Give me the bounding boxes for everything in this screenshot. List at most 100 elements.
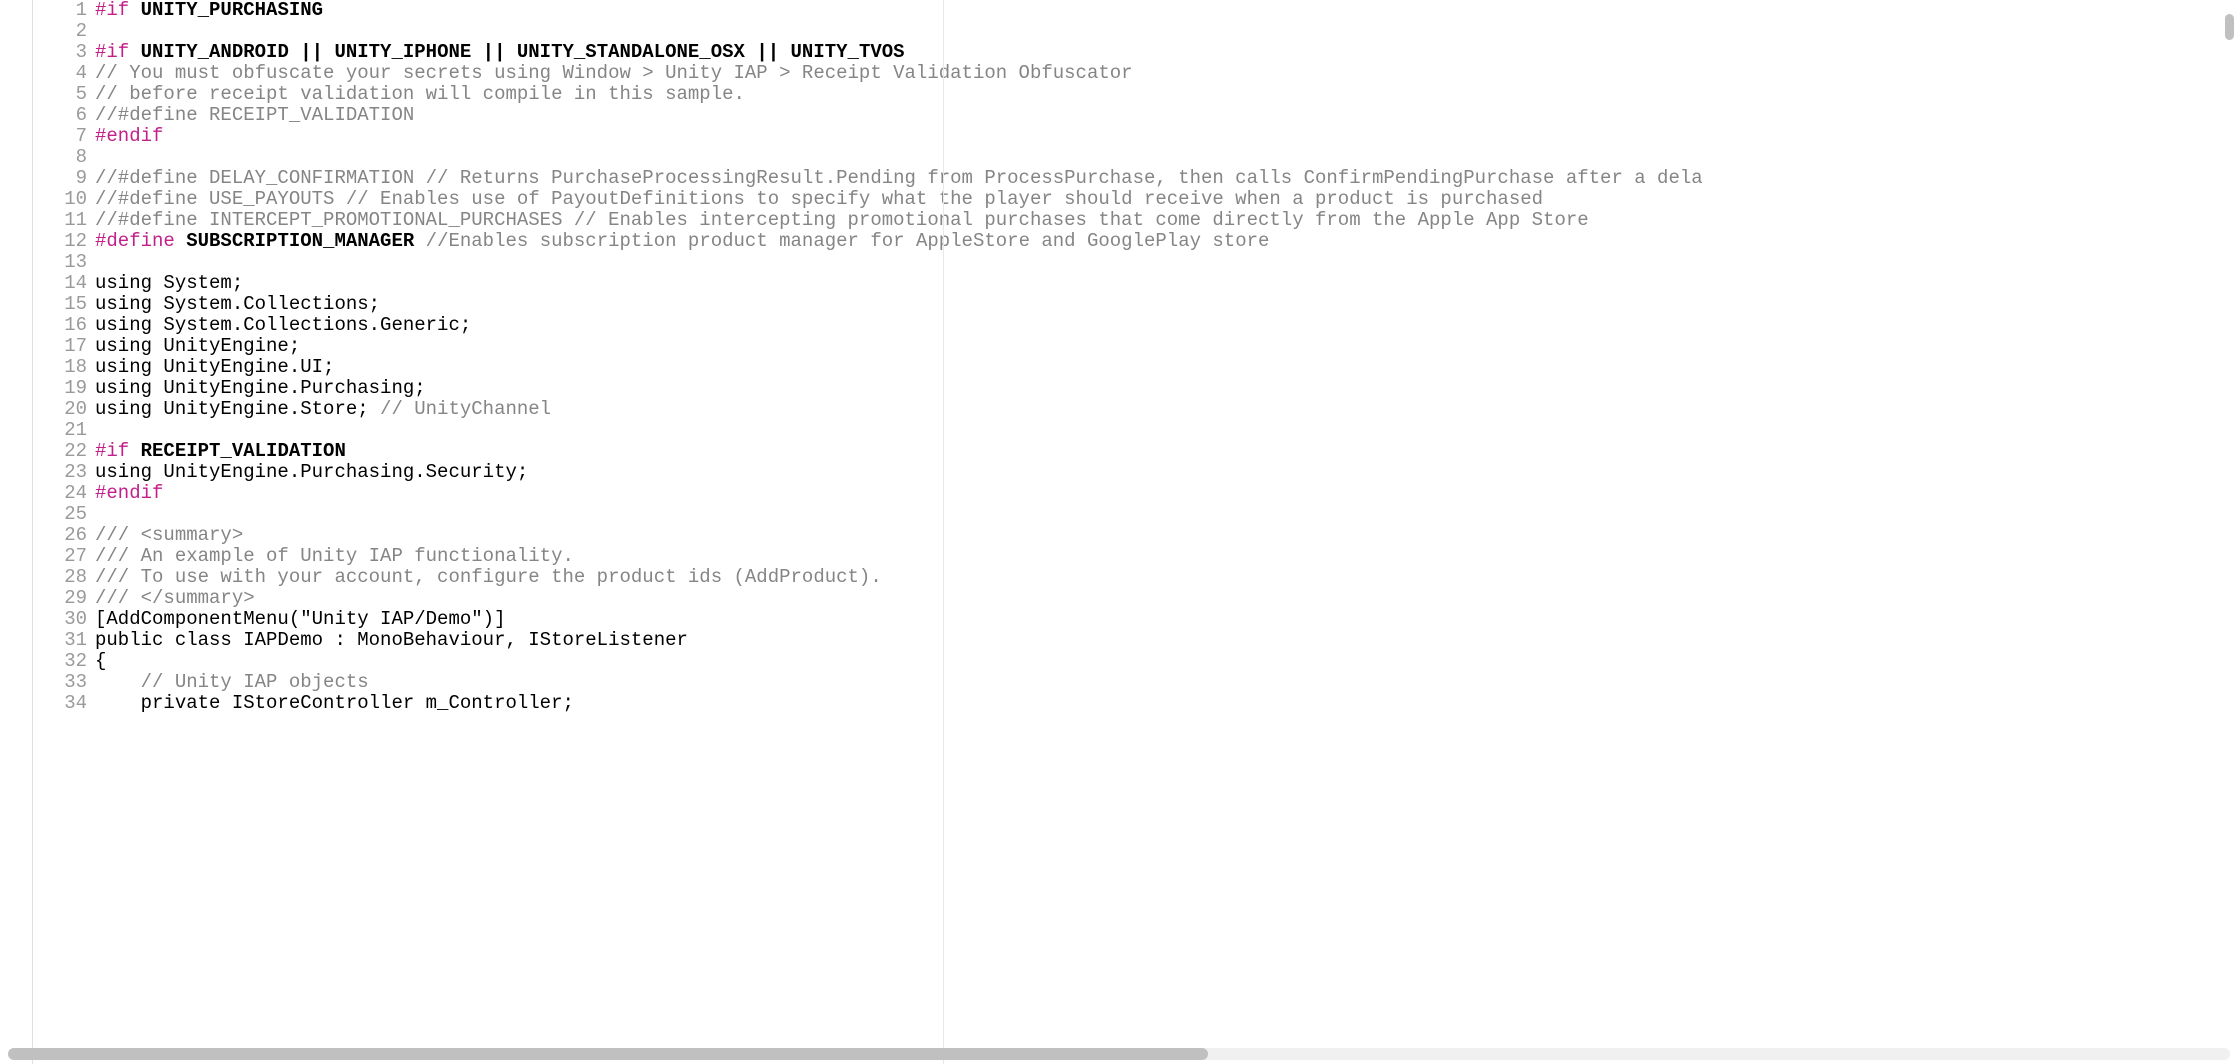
code-token: UNITY_ANDROID || UNITY_IPHONE || UNITY_S… [129, 41, 904, 63]
code-token: // Unity IAP objects [141, 671, 369, 693]
code-token: //#define RECEIPT_VALIDATION [95, 104, 414, 126]
code-line[interactable]: #endif [95, 483, 2238, 504]
code-token: //#define DELAY_CONFIRMATION // Returns … [95, 167, 1703, 189]
line-number: 12 [33, 231, 87, 252]
code-line[interactable]: //#define INTERCEPT_PROMOTIONAL_PURCHASE… [95, 210, 2238, 231]
line-number: 15 [33, 294, 87, 315]
code-line[interactable]: #if UNITY_ANDROID || UNITY_IPHONE || UNI… [95, 42, 2238, 63]
line-number: 26 [33, 525, 87, 546]
line-number: 6 [33, 105, 87, 126]
code-token: // You must obfuscate your secrets using… [95, 62, 1133, 84]
line-number: 14 [33, 273, 87, 294]
code-token: /// <summary> [95, 524, 243, 546]
code-line[interactable]: //#define RECEIPT_VALIDATION [95, 105, 2238, 126]
vertical-scrollbar[interactable] [2222, 4, 2234, 1040]
code-line[interactable] [95, 252, 2238, 273]
line-number: 24 [33, 483, 87, 504]
code-line[interactable]: // You must obfuscate your secrets using… [95, 63, 2238, 84]
code-token: // UnityChannel [380, 398, 551, 420]
line-number: 27 [33, 546, 87, 567]
code-line[interactable] [95, 420, 2238, 441]
line-number: 16 [33, 315, 87, 336]
code-line[interactable]: #if UNITY_PURCHASING [95, 0, 2238, 21]
code-line[interactable]: //#define USE_PAYOUTS // Enables use of … [95, 189, 2238, 210]
code-line[interactable]: /// To use with your account, configure … [95, 567, 2238, 588]
code-token: /// To use with your account, configure … [95, 566, 882, 588]
code-editor[interactable]: 1234567891011121314151617181920212223242… [32, 0, 2238, 1064]
code-line[interactable]: //#define DELAY_CONFIRMATION // Returns … [95, 168, 2238, 189]
code-token: using System.Collections; [95, 293, 380, 315]
code-token: UNITY_PURCHASING [129, 0, 323, 21]
code-line[interactable]: using System.Collections.Generic; [95, 315, 2238, 336]
code-token: //Enables subscription product manager f… [426, 230, 1270, 252]
code-line[interactable] [95, 504, 2238, 525]
line-number: 29 [33, 588, 87, 609]
code-token: using UnityEngine.Store; [95, 398, 380, 420]
code-line[interactable]: using System; [95, 273, 2238, 294]
code-token: #endif [95, 125, 163, 147]
line-number: 13 [33, 252, 87, 273]
code-line[interactable]: using UnityEngine; [95, 336, 2238, 357]
line-number: 5 [33, 84, 87, 105]
code-line[interactable]: using UnityEngine.Purchasing.Security; [95, 462, 2238, 483]
code-line[interactable]: #if RECEIPT_VALIDATION [95, 441, 2238, 462]
code-token: //#define USE_PAYOUTS // Enables use of … [95, 188, 1543, 210]
code-token: [AddComponentMenu("Unity IAP/Demo")] [95, 608, 505, 630]
code-line[interactable]: using UnityEngine.Purchasing; [95, 378, 2238, 399]
line-number: 2 [33, 21, 87, 42]
code-token: using UnityEngine; [95, 335, 300, 357]
code-line[interactable] [95, 21, 2238, 42]
code-token: using UnityEngine.Purchasing; [95, 377, 426, 399]
line-number: 34 [33, 693, 87, 714]
code-line[interactable]: #define SUBSCRIPTION_MANAGER //Enables s… [95, 231, 2238, 252]
code-token: private IStoreController m_Controller; [95, 692, 574, 714]
line-number: 7 [33, 126, 87, 147]
code-line[interactable]: /// <summary> [95, 525, 2238, 546]
code-token: RECEIPT_VALIDATION [129, 440, 346, 462]
line-number: 19 [33, 378, 87, 399]
line-number: 8 [33, 147, 87, 168]
line-number: 31 [33, 630, 87, 651]
code-line[interactable]: /// </summary> [95, 588, 2238, 609]
line-number: 22 [33, 441, 87, 462]
line-number: 28 [33, 567, 87, 588]
code-line[interactable]: using System.Collections; [95, 294, 2238, 315]
code-line[interactable]: #endif [95, 126, 2238, 147]
code-token: using System.Collections.Generic; [95, 314, 471, 336]
code-line[interactable]: private IStoreController m_Controller; [95, 693, 2238, 714]
code-line[interactable]: using UnityEngine.Store; // UnityChannel [95, 399, 2238, 420]
line-number: 23 [33, 462, 87, 483]
code-token: // before receipt validation will compil… [95, 83, 745, 105]
line-number: 17 [33, 336, 87, 357]
horizontal-scrollbar-thumb[interactable] [8, 1048, 1208, 1060]
code-line[interactable]: { [95, 651, 2238, 672]
horizontal-scrollbar[interactable] [8, 1048, 2230, 1060]
code-token: /// </summary> [95, 587, 255, 609]
code-line[interactable]: /// An example of Unity IAP functionalit… [95, 546, 2238, 567]
code-token: #if [95, 0, 129, 21]
code-line[interactable]: // Unity IAP objects [95, 672, 2238, 693]
line-number: 25 [33, 504, 87, 525]
line-number: 10 [33, 189, 87, 210]
vertical-scrollbar-thumb[interactable] [2225, 14, 2234, 40]
code-line[interactable]: [AddComponentMenu("Unity IAP/Demo")] [95, 609, 2238, 630]
line-number: 18 [33, 357, 87, 378]
code-token: { [95, 650, 106, 672]
line-number: 4 [33, 63, 87, 84]
line-number: 9 [33, 168, 87, 189]
code-line[interactable]: // before receipt validation will compil… [95, 84, 2238, 105]
code-line[interactable] [95, 147, 2238, 168]
line-number-gutter: 1234567891011121314151617181920212223242… [33, 0, 95, 1064]
line-number: 32 [33, 651, 87, 672]
code-line[interactable]: public class IAPDemo : MonoBehaviour, IS… [95, 630, 2238, 651]
code-token: #if [95, 41, 129, 63]
code-token: /// An example of Unity IAP functionalit… [95, 545, 574, 567]
line-number: 20 [33, 399, 87, 420]
line-number: 33 [33, 672, 87, 693]
code-content[interactable]: #if UNITY_PURCHASING #if UNITY_ANDROID |… [95, 0, 2238, 1064]
code-line[interactable]: using UnityEngine.UI; [95, 357, 2238, 378]
code-token: SUBSCRIPTION_MANAGER [175, 230, 426, 252]
line-number: 1 [33, 0, 87, 21]
line-number: 30 [33, 609, 87, 630]
line-number: 21 [33, 420, 87, 441]
